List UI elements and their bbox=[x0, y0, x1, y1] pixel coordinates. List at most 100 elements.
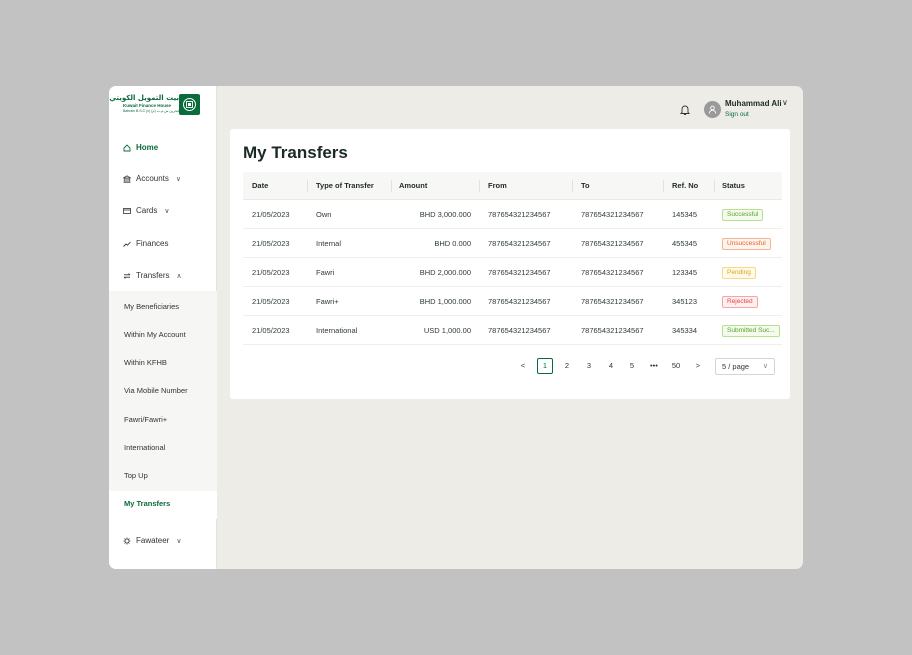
column-divider bbox=[307, 180, 308, 192]
cell-from: 787654321234567 bbox=[488, 326, 551, 335]
sidebar-item-accounts[interactable]: Accounts ∨ bbox=[123, 174, 181, 183]
submenu-item-my-transfers[interactable]: My Transfers bbox=[124, 499, 170, 508]
cell-date: 21/05/2023 bbox=[252, 210, 290, 219]
cell-from: 787654321234567 bbox=[488, 210, 551, 219]
table-row[interactable]: 21/05/2023 International USD 1,000.00 78… bbox=[243, 316, 782, 345]
column-header-date: Date bbox=[252, 181, 269, 190]
transfers-card: My Transfers Date Type of Transfer Amoun… bbox=[230, 129, 790, 399]
cell-type: Own bbox=[316, 210, 332, 219]
chevron-down-icon: ∨ bbox=[762, 363, 768, 370]
sidebar-item-label: Cards bbox=[136, 206, 158, 215]
chevron-down-icon: ∨ bbox=[164, 207, 170, 215]
kfh-logo[interactable]: بيت التمويل الكويتي Kuwait Finance House… bbox=[109, 94, 201, 116]
cell-ref: 345123 bbox=[672, 297, 698, 306]
column-divider bbox=[479, 180, 480, 192]
fawateer-icon bbox=[123, 537, 131, 545]
sidebar: بيت التمويل الكويتي Kuwait Finance House… bbox=[109, 86, 217, 569]
app-window: بيت التمويل الكويتي Kuwait Finance House… bbox=[109, 86, 803, 569]
sidebar-item-finances[interactable]: Finances bbox=[123, 239, 168, 248]
cell-type: Fawri bbox=[316, 268, 335, 277]
chevron-up-icon: ∧ bbox=[176, 272, 182, 280]
cell-amount: BHD 0.000 bbox=[434, 239, 471, 248]
next-page-button[interactable]: > bbox=[690, 358, 706, 374]
bell-icon[interactable] bbox=[679, 103, 691, 115]
cell-amount: USD 1,000.00 bbox=[423, 326, 471, 335]
chevron-down-icon: ∨ bbox=[176, 537, 182, 545]
transfers-submenu bbox=[109, 291, 217, 519]
cell-amount: BHD 3,000.000 bbox=[419, 210, 471, 219]
column-divider bbox=[391, 180, 392, 192]
logo-arabic-name: بيت التمويل الكويتي bbox=[109, 94, 179, 102]
avatar[interactable] bbox=[704, 101, 721, 118]
table-row[interactable]: 21/05/2023 Own BHD 3,000.000 78765432123… bbox=[243, 200, 782, 229]
submenu-item-within-kfhb[interactable]: Within KFHB bbox=[124, 358, 167, 367]
sidebar-item-label: Transfers bbox=[136, 271, 170, 280]
page-button-2[interactable]: 2 bbox=[559, 358, 575, 374]
prev-page-button[interactable]: < bbox=[515, 358, 531, 374]
page-ellipsis[interactable]: ••• bbox=[646, 358, 662, 374]
sidebar-item-home[interactable]: Home bbox=[123, 143, 158, 152]
cell-date: 21/05/2023 bbox=[252, 326, 290, 335]
cell-ref: 145345 bbox=[672, 210, 698, 219]
column-header-from: From bbox=[488, 181, 507, 190]
sidebar-item-label: Home bbox=[136, 143, 159, 152]
table-header: Date Type of Transfer Amount From To Ref… bbox=[243, 172, 782, 200]
cell-to: 787654321234567 bbox=[581, 268, 644, 277]
transfer-icon bbox=[123, 272, 131, 280]
sidebar-item-label: Fawateer bbox=[136, 536, 170, 545]
logo-emblem-icon bbox=[179, 94, 200, 115]
cell-type: Fawri+ bbox=[316, 297, 339, 306]
cell-from: 787654321234567 bbox=[488, 297, 551, 306]
column-header-to: To bbox=[581, 181, 590, 190]
sidebar-item-label: Finances bbox=[136, 239, 169, 248]
status-badge: Successful bbox=[722, 209, 764, 222]
status-badge: Pending bbox=[722, 267, 756, 280]
cell-ref: 455345 bbox=[672, 239, 698, 248]
cell-to: 787654321234567 bbox=[581, 297, 644, 306]
page-button-4[interactable]: 4 bbox=[603, 358, 619, 374]
page-title: My Transfers bbox=[243, 143, 348, 162]
home-icon bbox=[123, 143, 131, 152]
column-header-ref: Ref. No bbox=[672, 181, 699, 190]
status-badge: Rejected bbox=[722, 296, 758, 309]
page-button-last[interactable]: 50 bbox=[668, 358, 684, 374]
column-divider bbox=[663, 180, 664, 192]
cell-date: 21/05/2023 bbox=[252, 297, 290, 306]
sign-out-link[interactable]: Sign out bbox=[725, 111, 749, 118]
page-button-3[interactable]: 3 bbox=[581, 358, 597, 374]
cell-from: 787654321234567 bbox=[488, 268, 551, 277]
cell-from: 787654321234567 bbox=[488, 239, 551, 248]
sidebar-item-transfers[interactable]: Transfers ∧ bbox=[123, 271, 182, 280]
bank-icon bbox=[123, 174, 131, 183]
trend-icon bbox=[123, 240, 131, 248]
cell-date: 21/05/2023 bbox=[252, 268, 290, 277]
user-name[interactable]: Muhammad Ali bbox=[725, 99, 782, 108]
submenu-item-top-up[interactable]: Top Up bbox=[124, 471, 148, 480]
page-button-1[interactable]: 1 bbox=[537, 358, 553, 374]
page-button-5[interactable]: 5 bbox=[624, 358, 640, 374]
page-size-select[interactable]: 5 / page ∨ bbox=[715, 358, 775, 375]
column-divider bbox=[572, 180, 573, 192]
submenu-item-via-mobile-number[interactable]: Via Mobile Number bbox=[124, 386, 188, 395]
cell-amount: BHD 1,000.000 bbox=[419, 297, 471, 306]
submenu-item-my-beneficiaries[interactable]: My Beneficiaries bbox=[124, 302, 179, 311]
table-row[interactable]: 21/05/2023 Fawri BHD 2,000.000 787654321… bbox=[243, 258, 782, 287]
column-header-amount: Amount bbox=[399, 181, 428, 190]
card-icon bbox=[123, 207, 131, 215]
table-row[interactable]: 21/05/2023 Internal BHD 0.000 7876543212… bbox=[243, 229, 782, 258]
column-divider bbox=[714, 180, 715, 192]
submenu-item-international[interactable]: International bbox=[124, 443, 165, 452]
cell-ref: 345334 bbox=[672, 326, 698, 335]
submenu-item-within-my-account[interactable]: Within My Account bbox=[124, 330, 186, 339]
submenu-item-fawri[interactable]: Fawri/Fawri+ bbox=[124, 415, 167, 424]
sidebar-item-fawateer[interactable]: Fawateer ∨ bbox=[123, 536, 181, 545]
cell-ref: 123345 bbox=[672, 268, 698, 277]
logo-english-name: Kuwait Finance House bbox=[123, 103, 172, 108]
logo-english-sub: Bahrain B.S.C (c) البحرين ش.م.ب (م) bbox=[123, 109, 181, 113]
sidebar-item-label: Accounts bbox=[136, 174, 169, 183]
chevron-down-icon[interactable]: ∨ bbox=[782, 98, 788, 107]
sidebar-item-cards[interactable]: Cards ∨ bbox=[123, 206, 169, 215]
cell-amount: BHD 2,000.000 bbox=[419, 268, 471, 277]
status-badge: Submitted Suc... bbox=[722, 325, 780, 338]
table-row[interactable]: 21/05/2023 Fawri+ BHD 1,000.000 78765432… bbox=[243, 287, 782, 316]
